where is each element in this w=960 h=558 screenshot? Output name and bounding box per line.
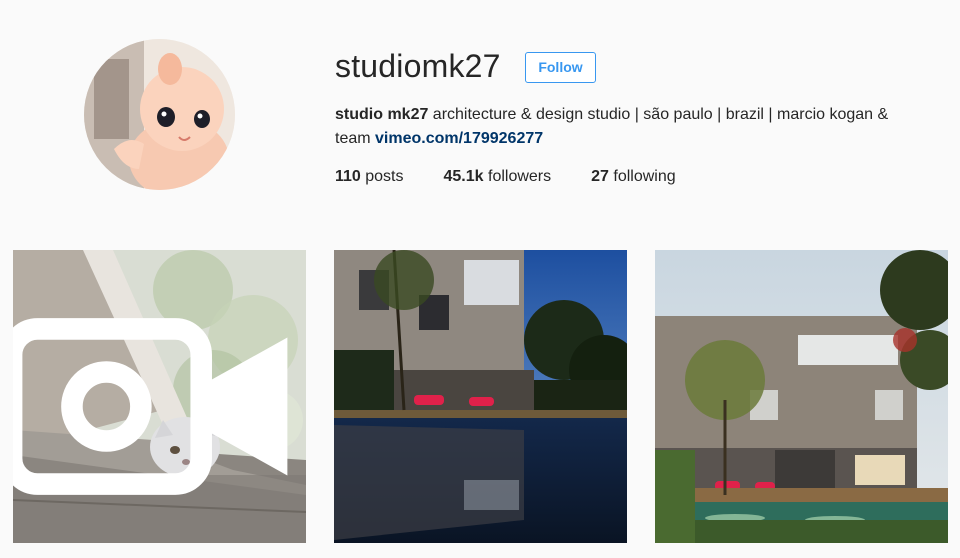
bio-name: studio mk27 <box>335 106 429 123</box>
follow-button[interactable]: Follow <box>525 52 596 83</box>
post-thumbnail[interactable] <box>655 250 948 543</box>
following-label: following <box>608 168 676 185</box>
following-count: 27 <box>591 168 609 185</box>
followers-label: followers <box>483 168 552 185</box>
following-stat[interactable]: 27 following <box>591 167 676 187</box>
posts-stat: 110 posts <box>335 167 404 187</box>
avatar-image <box>84 39 235 190</box>
followers-stat[interactable]: 45.1k followers <box>444 167 552 187</box>
post-thumbnail[interactable] <box>334 250 627 543</box>
video-icon <box>13 318 288 495</box>
post-image-house-garden <box>655 250 948 543</box>
posts-count: 110 <box>335 168 361 185</box>
profile-bio: studio mk27 architecture & design studio… <box>335 103 920 151</box>
post-thumbnail[interactable] <box>13 250 306 543</box>
followers-count: 45.1k <box>443 168 484 185</box>
post-image-house-dusk <box>334 250 627 543</box>
profile-avatar[interactable] <box>84 39 235 190</box>
bio-link[interactable]: vimeo.com/179926277 <box>375 130 543 147</box>
profile-username: studiomk27 <box>335 48 501 84</box>
profile-stats: 110 posts 45.1k followers 27 following <box>335 167 716 187</box>
posts-label: posts <box>360 168 404 185</box>
